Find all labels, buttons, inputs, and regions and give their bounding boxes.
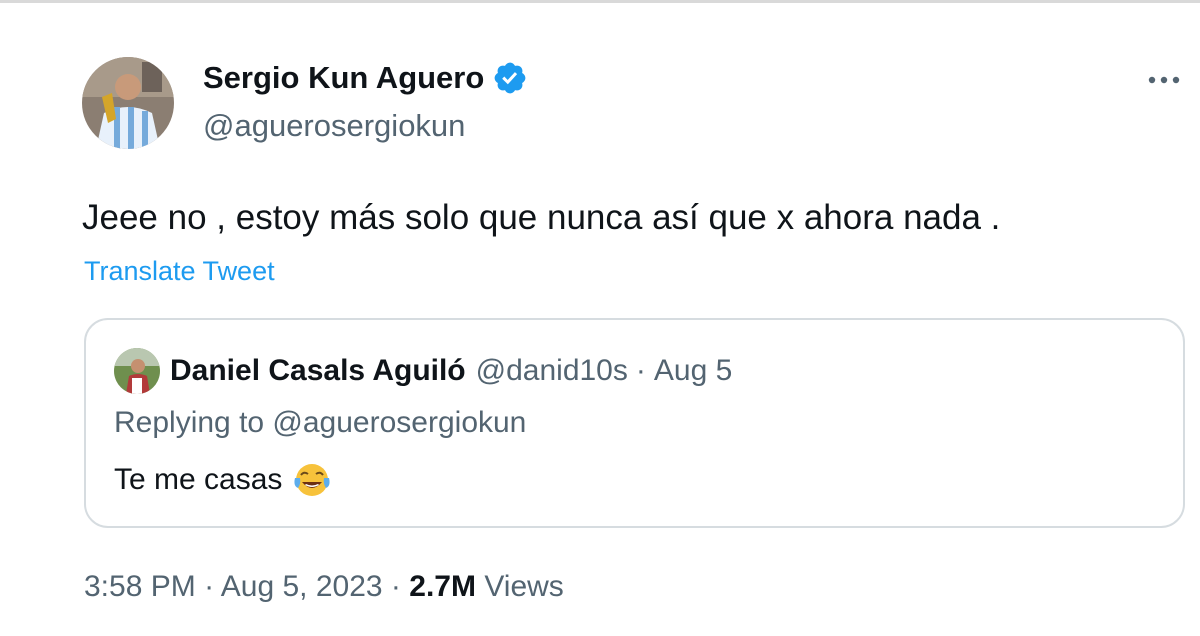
quoted-author-handle: @danid10s (475, 354, 628, 387)
quoted-tweet-text: Te me casas (114, 460, 332, 500)
quoted-author-name: Daniel Casals Aguiló (170, 354, 466, 387)
verified-badge-icon (492, 60, 528, 96)
author-name-label: Sergio Kun Aguero (203, 60, 485, 95)
tears-of-joy-emoji-icon (292, 460, 332, 500)
more-options-button[interactable] (1140, 62, 1188, 98)
tweet-meta: 3:58 PM · Aug 5, 2023 · 2.7M Views (84, 570, 564, 604)
top-divider (0, 0, 1200, 3)
quoted-separator: · (635, 354, 646, 387)
views-label[interactable]: Views (484, 570, 563, 603)
quoted-tweet-header: Daniel Casals Aguiló @danid10s · Aug 5 (114, 348, 732, 394)
quoted-avatar-image (114, 348, 160, 394)
quoted-text-label: Te me casas (114, 463, 283, 496)
avatar-image (82, 57, 174, 149)
tweet-time[interactable]: 3:58 PM (84, 570, 196, 603)
views-count[interactable]: 2.7M (409, 570, 476, 603)
quoted-replying-to: Replying to @aguerosergiokun (114, 406, 527, 439)
tweet-date[interactable]: Aug 5, 2023 (221, 570, 383, 603)
tweet-text: Jeee no , estoy más solo que nunca así q… (82, 198, 1001, 237)
author-handle[interactable]: @aguerosergiokun (203, 108, 465, 144)
author-name[interactable]: Sergio Kun Aguero (203, 60, 528, 96)
more-horizontal-icon (1148, 76, 1180, 84)
author-avatar[interactable] (82, 57, 174, 149)
translate-tweet-link[interactable]: Translate Tweet (84, 256, 275, 287)
meta-separator-1: · (204, 570, 215, 603)
quoted-tweet-card[interactable]: Daniel Casals Aguiló @danid10s · Aug 5 R… (84, 318, 1185, 528)
meta-separator-2: · (390, 570, 401, 603)
quoted-date: Aug 5 (653, 354, 733, 387)
quoted-author-avatar[interactable] (114, 348, 160, 394)
